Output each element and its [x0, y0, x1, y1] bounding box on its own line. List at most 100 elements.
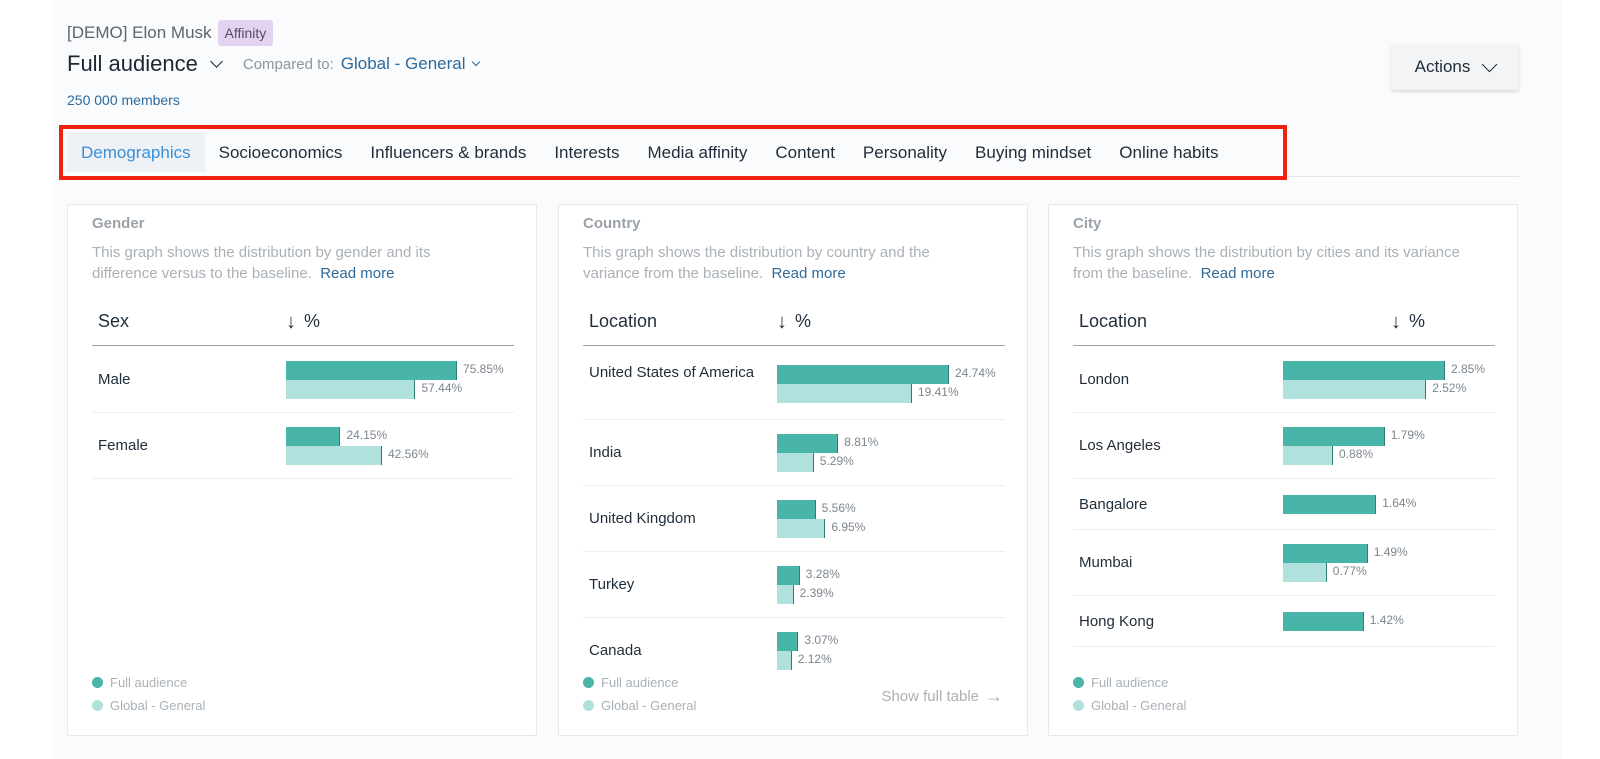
baseline-bar-label: 2.52% — [1432, 381, 1467, 395]
baseline-bar-label: 42.56% — [387, 447, 429, 461]
member-count: 250 000 members — [67, 92, 180, 108]
read-more-link[interactable]: Read more — [1201, 265, 1275, 282]
percent-label: % — [1409, 311, 1426, 331]
table-row: 1.34% — [1073, 647, 1495, 671]
chart-legend: Full audience Global - General — [583, 671, 696, 717]
full-audience-bar — [1283, 361, 1445, 380]
sort-percent-header[interactable]: ↓ % — [286, 311, 320, 332]
full-audience-bar-label: 5.56% — [821, 501, 856, 515]
row-label: India — [589, 444, 622, 461]
full-audience-bar-label: 1.42% — [1369, 613, 1404, 627]
legend-label: Global - General — [110, 698, 206, 713]
percent-label: % — [304, 311, 321, 331]
compared-to-label: Compared to: — [242, 55, 334, 73]
row-label: Bangalore — [1079, 496, 1148, 513]
arrow-down-icon: ↓ — [286, 310, 296, 333]
table-row: Hong Kong 1.42% — [1073, 596, 1495, 647]
full-audience-dot-icon — [92, 677, 103, 688]
table-row: Los Angeles 1.79% 0.88% — [1073, 413, 1495, 479]
baseline-bar — [777, 384, 912, 403]
arrow-right-icon: → — [985, 686, 1003, 706]
chevron-down-icon[interactable] — [471, 57, 480, 67]
row-label: Hong Kong — [1079, 613, 1155, 630]
table-row: United Kingdom 5.56% 6.95% — [583, 486, 1005, 552]
city-rows[interactable]: London 2.85% 2.52% Los Angeles 1.79% 0.88% Ban… — [1073, 347, 1495, 671]
row-label: Canada — [589, 642, 642, 659]
baseline-bar-label: 5.29% — [819, 454, 854, 468]
full-audience-bar — [1283, 544, 1368, 563]
table-row: London 2.85% 2.52% — [1073, 347, 1495, 413]
tabs-highlight-box — [59, 125, 1287, 180]
sort-percent-header[interactable]: ↓ % — [777, 311, 811, 332]
show-full-table-link[interactable]: Show full table → — [881, 686, 1003, 707]
table-row: United States of America 24.74% 19.41% — [583, 347, 1005, 420]
table-header: Sex ↓ % — [92, 309, 514, 346]
table-row: Bangalore 1.64% — [1073, 479, 1495, 530]
baseline-bar — [286, 380, 416, 399]
arrow-down-icon: ↓ — [777, 310, 787, 333]
baseline-bar — [777, 585, 794, 604]
baseline-dot-icon — [583, 700, 594, 711]
legend-item-full: Full audience — [1073, 671, 1186, 694]
table-row: Mumbai 1.49% 0.77% — [1073, 530, 1495, 596]
audience-selector-row: Full audience Compared to: Global - Gene… — [67, 51, 480, 77]
row-label: United States of America — [589, 364, 755, 381]
chart-legend: Full audience Global - General — [1073, 671, 1186, 717]
full-audience-bar — [286, 427, 341, 446]
column-header-location[interactable]: Location — [1079, 311, 1147, 332]
baseline-bar-label: 2.39% — [799, 586, 834, 600]
read-more-link[interactable]: Read more — [320, 265, 394, 282]
full-audience-bar-label: 2.85% — [1451, 362, 1486, 376]
description-text: This graph shows the distribution by cou… — [583, 244, 930, 282]
arrow-down-icon: ↓ — [1391, 310, 1401, 333]
full-audience-bar — [1283, 427, 1385, 446]
baseline-bar — [1283, 446, 1334, 465]
legend-label: Full audience — [601, 675, 679, 690]
sort-percent-header[interactable]: ↓ % — [1391, 311, 1425, 332]
audience-source: [DEMO] Elon Musk Affinity — [67, 20, 274, 46]
city-panel: City This graph shows the distribution b… — [1048, 204, 1518, 736]
baseline-bar-label: 6.95% — [831, 520, 866, 534]
country-rows[interactable]: United States of America 24.74% 19.41% Indi… — [583, 347, 1005, 671]
full-audience-bar — [777, 365, 949, 384]
chevron-down-icon[interactable] — [210, 54, 223, 68]
full-audience-bar-label: 1.49% — [1373, 545, 1408, 559]
actions-button[interactable]: Actions — [1391, 44, 1519, 90]
audience-dropdown[interactable]: Full audience — [67, 51, 198, 77]
full-audience-bar-label: 3.07% — [804, 633, 839, 647]
main-content: [DEMO] Elon Musk Affinity Full audience … — [53, 0, 1562, 759]
full-audience-bar-label: 75.85% — [463, 362, 504, 376]
chevron-down-icon — [1482, 56, 1498, 72]
affinity-badge: Affinity — [217, 20, 274, 46]
country-panel: Country This graph shows the distributio… — [558, 204, 1028, 736]
full-audience-bar-label: 3.28% — [805, 567, 840, 581]
baseline-bar-label: 57.44% — [421, 381, 463, 395]
legend-label: Global - General — [1091, 698, 1187, 713]
row-label: Mumbai — [1079, 554, 1133, 571]
panel-title: City — [1073, 215, 1102, 232]
column-header-location[interactable]: Location — [589, 311, 657, 332]
panel-description: This graph shows the distribution by cit… — [1073, 242, 1473, 284]
full-audience-bar — [286, 361, 457, 380]
full-audience-bar — [777, 434, 839, 453]
legend-item-full: Full audience — [92, 671, 205, 694]
baseline-dropdown[interactable]: Global - General — [341, 54, 466, 74]
full-audience-bar — [1283, 495, 1377, 514]
table-header: Location ↓ % — [583, 309, 1005, 346]
full-audience-dot-icon — [1073, 677, 1084, 688]
full-audience-bar-label: 24.74% — [955, 366, 996, 380]
baseline-dot-icon — [1073, 700, 1084, 711]
legend-item-base: Global - General — [92, 694, 205, 717]
chart-legend: Full audience Global - General — [92, 671, 205, 717]
column-header-sex[interactable]: Sex — [98, 311, 129, 332]
full-audience-dot-icon — [583, 677, 594, 688]
gender-rows: Male 75.85% 57.44% Female 24.15% 42.56% — [92, 347, 514, 479]
baseline-bar — [1283, 563, 1327, 582]
full-audience-bar — [777, 632, 799, 651]
gender-panel: Gender This graph shows the distribution… — [67, 204, 537, 736]
row-label: United Kingdom — [589, 510, 696, 527]
panel-title: Country — [583, 215, 641, 232]
legend-item-base: Global - General — [583, 694, 696, 717]
read-more-link[interactable]: Read more — [771, 265, 845, 282]
baseline-bar — [777, 519, 826, 538]
